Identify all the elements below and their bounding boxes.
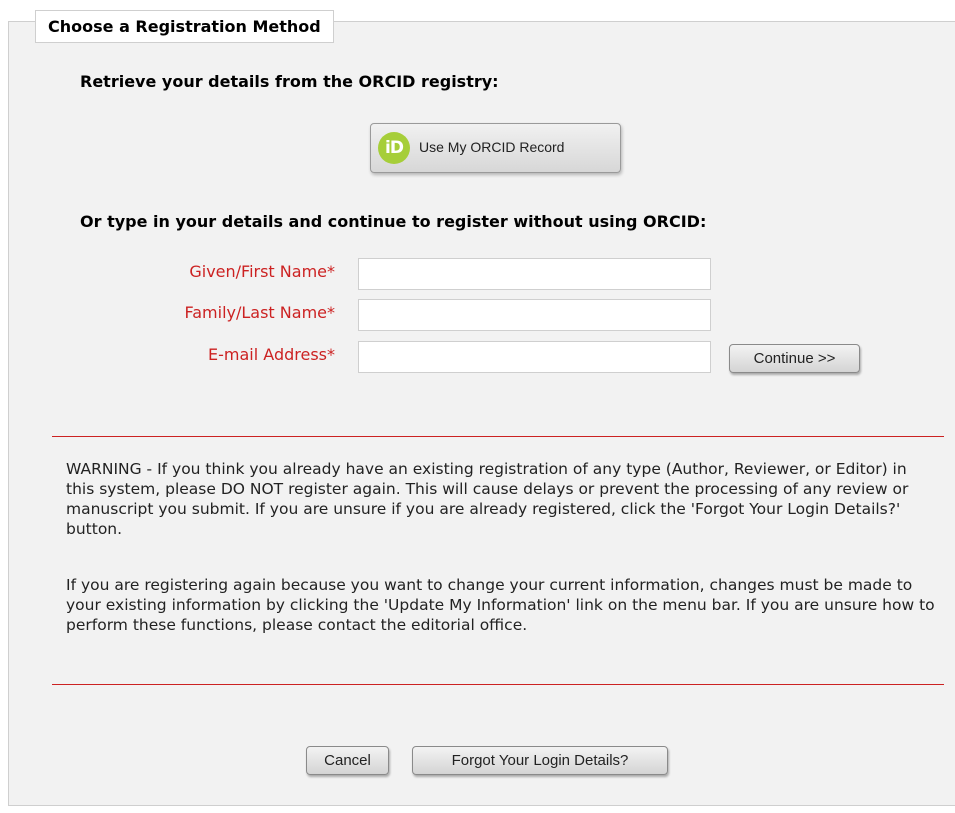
family-name-label: Family/Last Name* (184, 303, 336, 322)
section-legend: Choose a Registration Method (35, 10, 334, 43)
cancel-button[interactable]: Cancel (306, 746, 389, 775)
given-name-label: Given/First Name* (189, 262, 335, 281)
continue-button[interactable]: Continue >> (729, 344, 860, 373)
forgot-login-details-button[interactable]: Forgot Your Login Details? (412, 746, 668, 775)
update-info-paragraph: If you are registering again because you… (66, 576, 935, 634)
email-input[interactable] (358, 341, 711, 373)
family-name-input[interactable] (358, 299, 711, 331)
given-name-input[interactable] (358, 258, 711, 290)
orcid-id-icon: iD (378, 132, 410, 164)
warning-bottom-divider (52, 684, 944, 685)
manual-heading: Or type in your details and continue to … (80, 212, 707, 231)
email-label: E-mail Address* (208, 345, 335, 364)
use-orcid-record-button[interactable]: iD Use My ORCID Record (370, 123, 621, 173)
warning-paragraph: WARNING - If you think you already have … (66, 460, 909, 538)
orcid-button-label: Use My ORCID Record (419, 139, 565, 155)
orcid-heading: Retrieve your details from the ORCID reg… (80, 72, 499, 91)
warning-top-divider (52, 436, 944, 437)
